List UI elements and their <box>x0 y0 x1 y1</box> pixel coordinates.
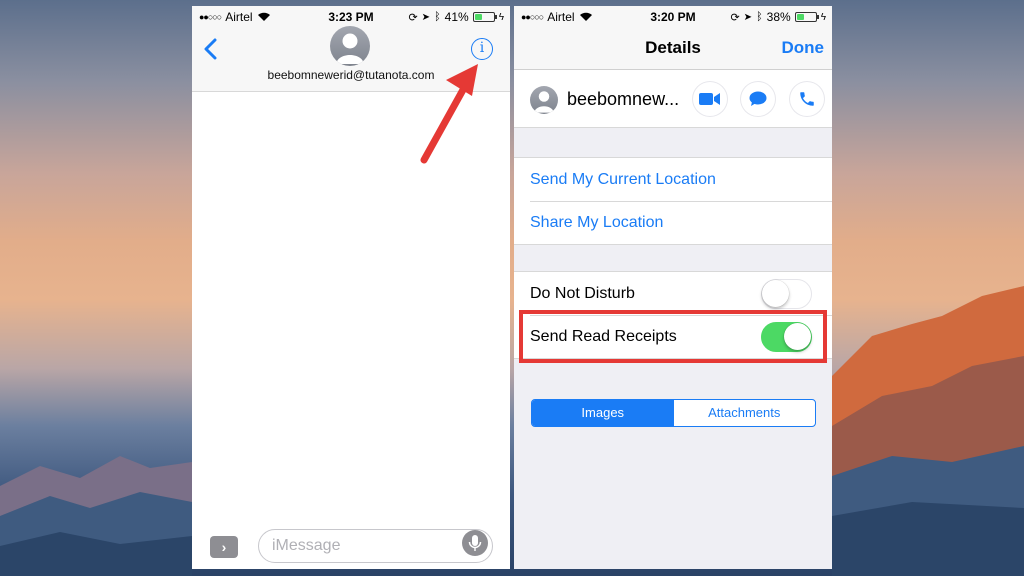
do-not-disturb-row: Do Not Disturb <box>514 272 832 315</box>
microphone-button[interactable] <box>462 530 488 556</box>
mountain-scenery-right <box>832 286 1024 576</box>
media-segmented-control: Images Attachments <box>531 399 816 427</box>
do-not-disturb-label: Do Not Disturb <box>530 285 635 302</box>
video-camera-icon <box>699 93 720 105</box>
call-button[interactable] <box>790 82 824 116</box>
battery-percent: 38% <box>766 10 791 24</box>
message-input-bar: › iMessage <box>192 525 510 569</box>
battery-icon <box>794 12 819 22</box>
charging-icon: ϟ <box>498 11 504 23</box>
done-button[interactable]: Done <box>782 38 825 58</box>
info-button[interactable]: i <box>471 38 493 60</box>
annotation-arrow-icon <box>420 64 478 164</box>
contact-avatar[interactable] <box>330 26 370 66</box>
charging-icon: ϟ <box>820 11 826 23</box>
do-not-disturb-toggle[interactable] <box>761 279 812 309</box>
battery-percent: 41% <box>444 10 469 24</box>
contact-avatar <box>530 86 558 114</box>
status-bar: ●●○○○ Airtel 3:23 PM ⟳ ➤ ᛒ 41% ϟ <box>192 6 510 28</box>
location-icon: ➤ <box>421 11 431 23</box>
mountain-scenery-left <box>0 456 192 576</box>
person-silhouette-icon <box>336 33 364 64</box>
facetime-video-button[interactable] <box>693 82 727 116</box>
message-input[interactable]: iMessage <box>258 529 493 563</box>
share-location-button[interactable]: Share My Location <box>514 201 832 244</box>
bluetooth-icon: ᛒ <box>434 11 441 23</box>
tab-images[interactable]: Images <box>532 400 674 426</box>
status-bar: ●●○○○ Airtel 3:20 PM ⟳ ➤ ᛒ 38% ϟ <box>514 6 832 28</box>
navigation-bar: ●●○○○ Airtel 3:20 PM ⟳ ➤ ᛒ 38% ϟ Details… <box>514 6 832 70</box>
details-screen: ●●○○○ Airtel 3:20 PM ⟳ ➤ ᛒ 38% ϟ Details… <box>514 6 832 569</box>
person-silhouette-icon <box>534 91 554 113</box>
battery-icon <box>472 12 497 22</box>
location-options: Send My Current Location Share My Locati… <box>514 157 832 245</box>
send-current-location-button[interactable]: Send My Current Location <box>514 158 832 201</box>
highlight-box <box>519 310 827 363</box>
contact-row[interactable]: beebomnew... <box>514 70 832 128</box>
apps-button[interactable]: › <box>210 536 238 558</box>
speech-bubble-icon <box>749 91 767 106</box>
message-button[interactable] <box>741 82 775 116</box>
tab-attachments[interactable]: Attachments <box>674 400 816 426</box>
microphone-icon <box>468 535 482 551</box>
location-icon: ➤ <box>743 11 753 23</box>
rotation-lock-icon: ⟳ <box>730 11 740 24</box>
back-chevron-icon[interactable] <box>202 38 220 60</box>
rotation-lock-icon: ⟳ <box>408 11 418 24</box>
bluetooth-icon: ᛒ <box>756 11 763 23</box>
contact-name: beebomnew... <box>567 89 680 109</box>
phone-icon <box>800 92 814 106</box>
